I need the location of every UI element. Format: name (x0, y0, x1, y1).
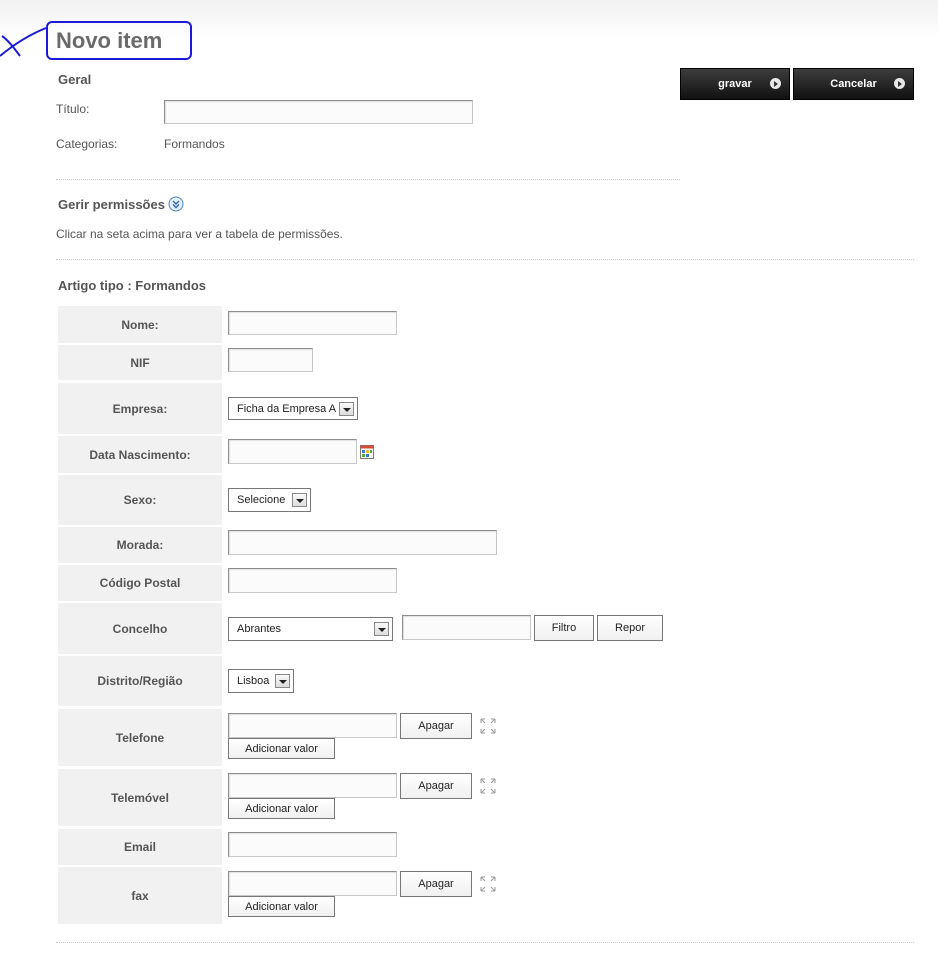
empresa-selected-value: Ficha da Empresa A (237, 402, 337, 415)
telemovel-apagar-button[interactable]: Apagar (400, 773, 472, 799)
distrito-label: Distrito/Região (58, 656, 222, 706)
distrito-selected-value: Lisboa (237, 675, 270, 687)
save-button[interactable]: gravar (680, 68, 790, 100)
concelho-select[interactable]: Abrantes (228, 617, 393, 641)
concelho-selected-value: Abrantes (237, 623, 282, 635)
cancel-button[interactable]: Cancelar (793, 68, 914, 100)
fax-adicionar-button[interactable]: Adicionar valor (228, 896, 335, 917)
titulo-label: Título: (56, 102, 90, 116)
expand-down-icon[interactable] (168, 196, 184, 212)
calendar-icon[interactable] (360, 445, 374, 459)
article-heading: Artigo tipo : Formandos (58, 278, 207, 293)
repor-button[interactable]: Repor (597, 615, 663, 641)
fax-apagar-button[interactable]: Apagar (400, 871, 472, 897)
filtro-button[interactable]: Filtro (534, 615, 594, 641)
telefone-input[interactable] (228, 713, 397, 738)
handwritten-x-mark (0, 27, 47, 57)
morada-input[interactable] (228, 530, 497, 555)
email-input[interactable] (228, 832, 397, 857)
nome-label: Nome: (58, 306, 222, 343)
titulo-input[interactable] (164, 100, 473, 124)
codigo-postal-input[interactable] (228, 568, 397, 593)
sexo-selected-value: Selecione (237, 494, 286, 506)
categorias-value: Formandos (164, 137, 225, 151)
telefone-label: Telefone (58, 709, 222, 766)
chevron-down-icon (292, 493, 307, 507)
permissions-heading: Gerir permissões (58, 197, 165, 212)
save-button-label: gravar (718, 78, 752, 90)
divider (56, 179, 680, 180)
empresa-select[interactable]: Ficha da Empresa A (228, 397, 358, 420)
sexo-label: Sexo: (58, 475, 222, 525)
permissions-hint: Clicar na seta acima para ver a tabela d… (56, 227, 343, 241)
concelho-label: Concelho (58, 603, 222, 654)
data-nascimento-label: Data Nascimento: (58, 436, 222, 473)
arrow-right-icon (770, 78, 781, 89)
morada-label: Morada: (58, 527, 222, 563)
arrow-right-icon (894, 78, 905, 89)
page-title: Novo item (56, 28, 163, 53)
chevron-down-icon (374, 622, 389, 636)
divider (56, 942, 914, 943)
codigo-postal-label: Código Postal (58, 565, 222, 601)
telemovel-input[interactable] (228, 773, 397, 798)
chevron-down-icon (339, 402, 354, 416)
nif-input[interactable] (228, 348, 313, 372)
fax-label: fax (58, 867, 222, 924)
telefone-adicionar-button[interactable]: Adicionar valor (228, 738, 335, 759)
telefone-apagar-button[interactable]: Apagar (400, 713, 472, 739)
nome-input[interactable] (228, 311, 397, 335)
data-nascimento-input[interactable] (228, 439, 357, 464)
expand-icon[interactable] (480, 876, 496, 892)
concelho-filter-input[interactable] (402, 615, 531, 640)
expand-icon[interactable] (480, 718, 496, 734)
categorias-label: Categorias: (56, 137, 118, 151)
distrito-select[interactable]: Lisboa (228, 669, 294, 693)
nif-label: NIF (58, 345, 222, 380)
divider (56, 259, 914, 260)
cancel-button-label: Cancelar (830, 78, 877, 90)
chevron-down-icon (275, 674, 290, 688)
empresa-label: Empresa: (58, 383, 222, 434)
telemovel-adicionar-button[interactable]: Adicionar valor (228, 798, 335, 819)
telemovel-label: Telemóvel (58, 769, 222, 826)
geral-heading: Geral (58, 72, 92, 87)
sexo-select[interactable]: Selecione (228, 488, 311, 512)
fax-input[interactable] (228, 871, 397, 896)
email-label: Email (58, 829, 222, 865)
expand-icon[interactable] (480, 778, 496, 794)
